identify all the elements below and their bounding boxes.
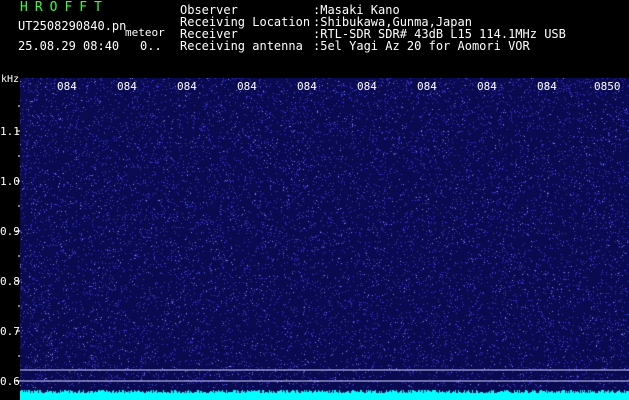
time-label: 084 (297, 80, 317, 93)
date-time: 25.08.29 08:40 (18, 39, 120, 53)
time-label: 084 (57, 80, 77, 93)
time-label: 084 (117, 80, 137, 93)
app-logo: HROFFT (20, 0, 109, 15)
time-label: 084 (177, 80, 197, 93)
time-label: 084 (417, 80, 437, 93)
status-text: 0.. (140, 39, 162, 53)
time-label: 084 (477, 80, 497, 93)
time-label: 0850 (594, 80, 621, 93)
header: HROFFT UT2508290840.pn meteor 25.08.29 0… (0, 0, 629, 76)
antenna-label: Receiving antenna (180, 39, 303, 53)
spectrogram-axes: 084 084 084 084 084 084 084 084 084 08501.11.00.9… (0, 80, 629, 388)
time-label: 084 (357, 80, 377, 93)
time-label: 084 (237, 80, 257, 93)
file-name: UT2508290840.pn (18, 19, 127, 33)
info-values: :Masaki Kano :Shibukawa,Gunma,Japan :RTL… (313, 4, 566, 52)
antenna-value: :5el Yagi Az 20 for Aomori VOR (313, 39, 530, 53)
mode-label: meteor (125, 26, 165, 39)
time-label: 084 (537, 80, 557, 93)
info-labels: Observer Receiving Location Receiver Rec… (180, 4, 310, 52)
